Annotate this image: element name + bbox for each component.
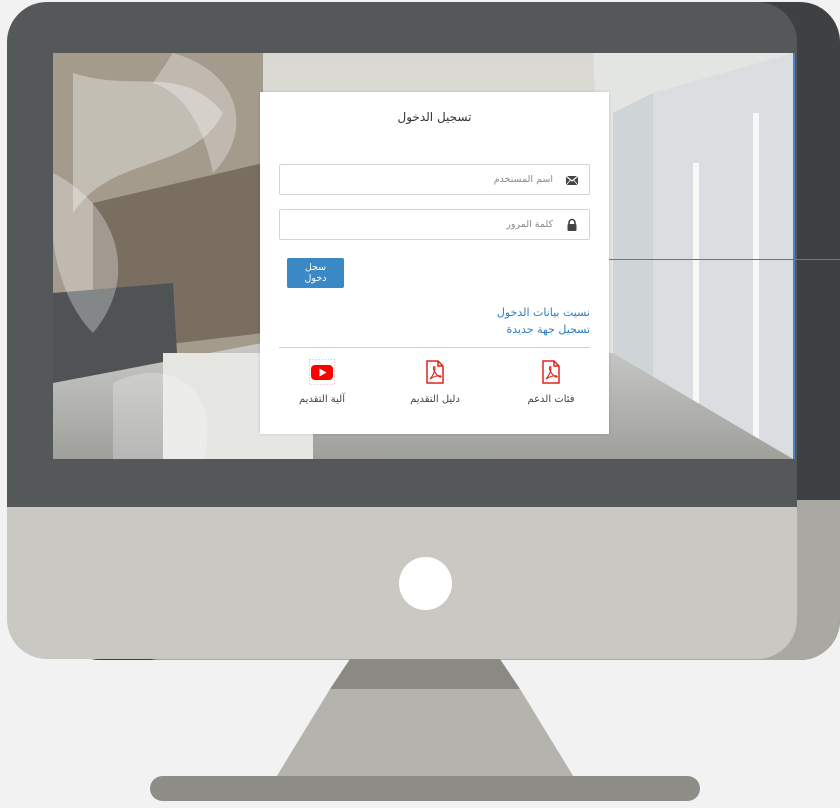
username-field[interactable]: [279, 164, 590, 195]
youtube-icon: [309, 359, 335, 385]
monitor-stand-base: [150, 776, 700, 801]
monitor-power-button: [399, 557, 452, 610]
application-process-video[interactable]: آلية التقديم: [277, 356, 367, 416]
login-title: تسجيل الدخول: [397, 110, 472, 124]
resource-label: آلية التقديم: [299, 394, 345, 405]
annotation-line: [609, 259, 840, 260]
pdf-icon: [542, 360, 560, 384]
lock-icon: [567, 218, 577, 231]
register-entity-link[interactable]: تسجيل جهة جديدة: [279, 323, 590, 336]
divider: [279, 347, 590, 348]
application-guide-pdf[interactable]: دليل التقديم: [390, 356, 480, 416]
resource-label: فئات الدعم: [527, 394, 575, 405]
resource-label: دليل التقديم: [410, 394, 460, 405]
login-card: تسجيل الدخول سجل دخول نسيت بيانات الدخول…: [260, 92, 609, 434]
login-button[interactable]: سجل دخول: [287, 258, 344, 288]
pdf-icon: [426, 360, 444, 384]
password-input[interactable]: [303, 214, 553, 235]
envelope-icon: [565, 175, 579, 186]
monitor-stand: [275, 659, 575, 779]
password-field[interactable]: [279, 209, 590, 240]
forgot-credentials-link[interactable]: نسيت بيانات الدخول: [279, 306, 590, 319]
support-categories-pdf[interactable]: فئات الدعم: [506, 356, 596, 416]
username-input[interactable]: [303, 169, 553, 190]
